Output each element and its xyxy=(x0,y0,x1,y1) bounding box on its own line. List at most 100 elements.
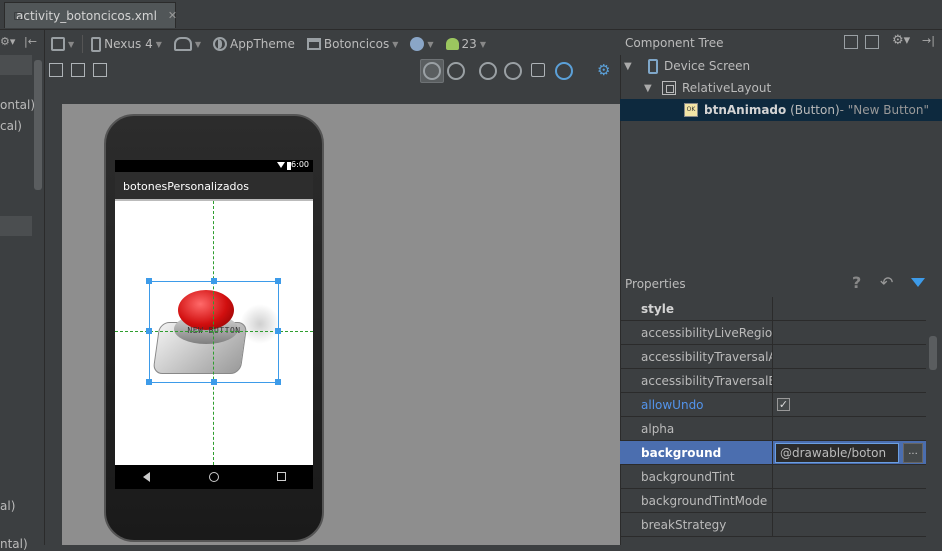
resize-handle[interactable] xyxy=(146,328,152,334)
tree-node-btnanimado[interactable]: OK btnAnimado (Button) - "New Button" xyxy=(620,99,942,121)
column-divider xyxy=(772,321,773,345)
tree-node-label: Device Screen xyxy=(664,59,751,73)
options-gear-icon[interactable]: ⚙ xyxy=(597,61,610,79)
property-row[interactable]: backgroundTintMode xyxy=(620,489,926,513)
collapse-all-icon[interactable] xyxy=(865,35,879,49)
tree-node-device-screen[interactable]: ▼ Device Screen xyxy=(620,55,942,77)
api-selector[interactable]: 23 ▼ xyxy=(442,33,490,55)
palette-item-label[interactable]: ntal) xyxy=(0,537,28,551)
scrollbar-thumb[interactable] xyxy=(929,336,937,370)
relativelayout-icon xyxy=(662,81,676,95)
column-divider xyxy=(772,513,773,537)
orientation-selector[interactable]: ▼ xyxy=(170,33,205,55)
jump-to-source-icon[interactable] xyxy=(531,63,545,77)
component-tree-header: Component Tree ⚙▾ →| xyxy=(620,30,942,55)
zoom-out-icon[interactable] xyxy=(504,62,522,80)
column-divider xyxy=(772,345,773,369)
browse-button[interactable]: ... xyxy=(903,443,923,463)
property-row[interactable]: accessibilityTraversalAfter xyxy=(620,345,926,369)
palette-item-label[interactable]: al) xyxy=(0,499,15,513)
layout-height-icon[interactable] xyxy=(71,63,85,77)
zoom-toolbar: ⚙ xyxy=(45,58,620,83)
zoom-fit-icon xyxy=(423,62,441,80)
expand-arrow-icon[interactable]: ▼ xyxy=(644,83,656,94)
property-row-style[interactable]: style xyxy=(620,297,926,321)
properties-header: Properties xyxy=(620,272,942,296)
close-tab-icon[interactable]: ✕ xyxy=(168,9,177,22)
zoom-actual-icon[interactable] xyxy=(447,62,465,80)
panel-settings-icon[interactable]: ⚙▾ xyxy=(892,33,910,48)
property-row[interactable]: breakStrategy xyxy=(620,513,926,537)
globe-icon xyxy=(410,37,425,51)
property-name: breakStrategy xyxy=(641,518,727,532)
allowundo-checkbox[interactable]: ✓ xyxy=(777,398,790,411)
theme-selector[interactable]: AppTheme xyxy=(209,33,299,55)
property-name: backgroundTintMode xyxy=(641,494,768,508)
column-divider xyxy=(772,369,773,393)
theme-icon xyxy=(213,37,228,51)
expand-arrow-icon[interactable]: ▼ xyxy=(624,61,636,72)
tree-node-label: RelativeLayout xyxy=(682,81,772,95)
selection-box[interactable] xyxy=(146,278,281,385)
button-widget-icon: OK xyxy=(684,103,698,117)
property-name: alpha xyxy=(641,422,675,436)
locale-selector[interactable]: ▼ xyxy=(406,33,437,55)
layout-width-icon[interactable] xyxy=(49,63,63,77)
margins-icon[interactable] xyxy=(93,63,107,77)
palette-scrollbar[interactable] xyxy=(34,60,42,190)
design-surface-button[interactable]: ▼ xyxy=(47,33,78,55)
editor-tab[interactable]: activity_botoncicos.xml ✕ xyxy=(4,2,177,28)
resize-handle[interactable] xyxy=(211,278,217,284)
properties-title: Properties xyxy=(625,277,686,291)
property-row[interactable]: alpha xyxy=(620,417,926,441)
palette-selected-item[interactable] xyxy=(0,216,32,236)
component-tree-title: Component Tree xyxy=(625,36,724,50)
home-icon xyxy=(209,472,219,482)
design-surface-icon xyxy=(51,37,65,51)
palette-item-label[interactable]: ontal) xyxy=(0,98,35,112)
refresh-icon[interactable] xyxy=(555,62,573,80)
resize-handle[interactable] xyxy=(146,278,152,284)
activity-selector[interactable]: Botoncicos ▼ xyxy=(303,33,403,55)
resize-handle[interactable] xyxy=(211,379,217,385)
toolbar-divider xyxy=(82,35,84,53)
expand-all-icon[interactable] xyxy=(844,35,858,49)
device-label: Nexus 4 xyxy=(104,37,153,51)
settings-icon[interactable]: ⚙▾ xyxy=(0,35,15,48)
tree-node-relativelayout[interactable]: ▼ RelativeLayout xyxy=(620,77,942,99)
collapse-icon[interactable]: |← xyxy=(24,35,37,48)
activity-icon xyxy=(306,38,321,50)
zoom-in-icon[interactable] xyxy=(479,62,497,80)
filter-icon[interactable] xyxy=(911,278,925,287)
undo-icon[interactable]: ↶ xyxy=(880,273,893,292)
property-row[interactable]: accessibilityLiveRegion xyxy=(620,321,926,345)
resize-handle[interactable] xyxy=(275,328,281,334)
resize-handle[interactable] xyxy=(275,379,281,385)
device-screen-icon xyxy=(648,58,658,74)
property-name: accessibilityTraversalAfter xyxy=(641,350,772,364)
column-divider xyxy=(772,489,773,513)
palette-selected-item[interactable] xyxy=(0,55,32,75)
property-name: accessibilityLiveRegion xyxy=(641,326,772,340)
background-value-input[interactable]: @drawable/boton xyxy=(775,443,899,463)
column-divider xyxy=(772,393,773,417)
orientation-icon xyxy=(173,37,192,51)
property-row[interactable]: accessibilityTraversalBefore xyxy=(620,369,926,393)
property-row-allowundo[interactable]: allowUndo ✓ xyxy=(620,393,926,417)
api-label: 23 xyxy=(461,37,477,51)
tree-node-text: - "New Button" xyxy=(839,103,930,117)
palette-item-label[interactable]: cal) xyxy=(0,119,22,133)
status-bar: 6:00 xyxy=(115,160,313,172)
navigation-bar xyxy=(115,465,313,489)
property-name: allowUndo xyxy=(641,398,704,412)
hide-panel-icon[interactable]: →| xyxy=(922,34,935,47)
properties-scrollbar[interactable] xyxy=(927,296,939,545)
property-row[interactable]: backgroundTint xyxy=(620,465,926,489)
resize-handle[interactable] xyxy=(275,278,281,284)
palette-panel: ontal) cal) al) ntal) xyxy=(0,30,45,551)
property-row-background[interactable]: background @drawable/boton ... xyxy=(620,441,926,465)
device-selector[interactable]: Nexus 4 ▼ xyxy=(87,33,166,55)
property-name: backgroundTint xyxy=(641,470,735,484)
help-icon[interactable]: ? xyxy=(852,273,861,292)
resize-handle[interactable] xyxy=(146,379,152,385)
